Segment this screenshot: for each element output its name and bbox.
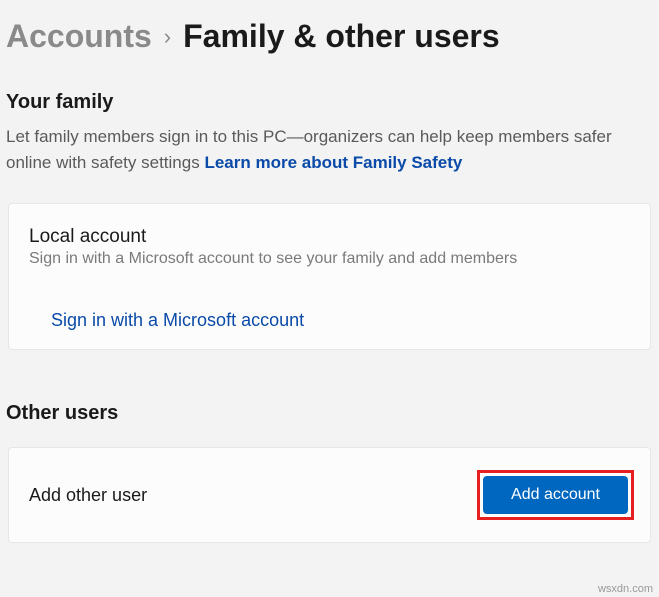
highlight-annotation: Add account [477, 470, 634, 520]
breadcrumb-current: Family & other users [183, 18, 500, 55]
local-account-title: Local account [29, 226, 630, 248]
learn-more-family-safety-link[interactable]: Learn more about Family Safety [204, 153, 462, 172]
watermark-text: wsxdn.com [598, 583, 653, 595]
local-account-card: Local account Sign in with a Microsoft a… [8, 203, 651, 350]
other-users-heading: Other users [0, 350, 659, 433]
breadcrumb-parent[interactable]: Accounts [6, 18, 152, 55]
your-family-heading: Your family [0, 59, 659, 122]
add-account-button[interactable]: Add account [483, 476, 628, 514]
chevron-right-icon: › [160, 24, 175, 50]
add-other-user-row: Add other user Add account [8, 447, 651, 543]
local-account-subtext: Sign in with a Microsoft account to see … [29, 250, 630, 268]
add-other-user-label: Add other user [29, 485, 147, 506]
your-family-description: Let family members sign in to this PC—or… [0, 122, 659, 175]
sign-in-microsoft-account-link[interactable]: Sign in with a Microsoft account [51, 310, 304, 331]
breadcrumb: Accounts › Family & other users [0, 0, 659, 59]
